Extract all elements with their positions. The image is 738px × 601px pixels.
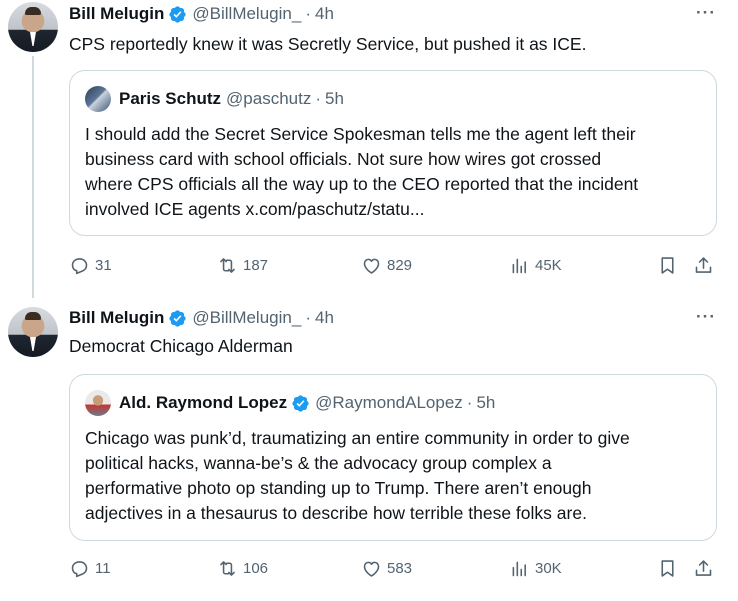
quote-timestamp: 5h	[476, 393, 496, 412]
quote-header: Ald. Raymond Lopez @RaymondALopez · 5h	[119, 391, 495, 415]
action-bar: 11 106 583 30K	[69, 553, 717, 583]
quote-text-line: business card with school officials. Not…	[85, 149, 602, 169]
quote-avatar	[85, 390, 111, 416]
quote-text-line: I should add the Secret Service Spokesma…	[85, 124, 636, 144]
bookmark-button[interactable]	[657, 250, 678, 280]
retweet-count: 187	[243, 256, 269, 274]
views-icon	[512, 258, 526, 273]
author-handle[interactable]: @BillMelugin_	[192, 4, 301, 24]
views-button[interactable]: 30K	[509, 553, 562, 583]
share-button[interactable]	[693, 553, 714, 583]
timestamp[interactable]: 4h	[315, 4, 334, 24]
share-icon	[695, 256, 712, 273]
reply-icon	[71, 257, 88, 274]
quote-author-name: Paris Schutz	[119, 89, 222, 108]
quote-text-line: adjectives in a thesaurus to describe ho…	[85, 503, 587, 523]
quote-text: I should add the Secret Service Spokesma…	[85, 122, 638, 222]
views-count: 45K	[535, 256, 562, 274]
retweet-icon	[220, 560, 235, 576]
avatar[interactable]	[8, 2, 58, 52]
retweet-count: 106	[243, 559, 269, 577]
reply-button[interactable]: 31	[69, 250, 112, 280]
author-handle[interactable]: @BillMelugin_	[192, 308, 301, 328]
quote-text: Chicago was punk’d, traumatizing an enti…	[85, 426, 630, 526]
retweet-button[interactable]: 106	[217, 553, 268, 583]
like-button[interactable]: 583	[361, 553, 412, 583]
quote-author-handle: @RaymondALopez	[315, 393, 463, 412]
reply-button[interactable]: 11	[69, 553, 111, 583]
bookmark-icon	[661, 559, 674, 577]
views-button[interactable]: 45K	[509, 250, 562, 280]
more-icon[interactable]: ···	[696, 3, 716, 23]
separator-dot: ·	[305, 4, 311, 23]
verified-badge-icon	[169, 309, 187, 327]
like-button[interactable]: 829	[361, 250, 412, 280]
avatar[interactable]	[8, 307, 58, 357]
quote-text-line: political hacks, wanna-be’s & the advoca…	[85, 453, 552, 473]
views-count: 30K	[535, 559, 562, 577]
views-icon	[512, 561, 526, 576]
bookmark-button[interactable]	[657, 553, 678, 583]
more-icon[interactable]: ···	[696, 307, 716, 327]
quote-header: Paris Schutz @paschutz · 5h	[119, 87, 344, 111]
quote-author-handle: @paschutz	[226, 89, 312, 108]
quote-text-line: performative photo op standing up to Tru…	[85, 478, 592, 498]
separator-dot: ·	[466, 393, 473, 412]
quote-text-line: Chicago was punk’d, traumatizing an enti…	[85, 428, 630, 448]
quote-avatar	[85, 86, 111, 112]
quote-text-line: involved ICE agents x.com/paschutz/statu…	[85, 199, 425, 219]
separator-dot: ·	[315, 89, 322, 108]
thread-line	[32, 56, 34, 298]
verified-badge-icon	[169, 5, 187, 23]
quote-text-line: where CPS officials all the way up to th…	[85, 174, 639, 194]
tweet-text: Democrat Chicago Alderman	[69, 336, 293, 356]
quote-author-name: Ald. Raymond Lopez	[119, 393, 288, 412]
tweet-text: CPS reportedly knew it was Secretly Serv…	[69, 34, 587, 54]
quoted-tweet[interactable]: Ald. Raymond Lopez @RaymondALopez · 5h C…	[69, 374, 717, 541]
author-name[interactable]: Bill Melugin	[69, 4, 164, 24]
like-count: 829	[387, 256, 413, 274]
reply-icon	[71, 560, 88, 577]
author-name[interactable]: Bill Melugin	[69, 308, 164, 328]
action-bar: 31 187 829 45K	[69, 250, 717, 280]
quote-timestamp: 5h	[325, 89, 344, 108]
like-icon	[363, 561, 380, 577]
quoted-tweet[interactable]: Paris Schutz @paschutz · 5h I should add…	[69, 70, 717, 236]
tweet-header: Bill Melugin @BillMelugin_ · 4h	[69, 3, 334, 25]
like-count: 583	[387, 559, 413, 577]
reply-count: 31	[95, 256, 112, 274]
retweet-icon	[220, 257, 235, 273]
separator-dot: ·	[305, 308, 311, 327]
share-icon	[695, 559, 712, 576]
share-button[interactable]	[693, 250, 714, 280]
verified-badge-icon	[292, 394, 309, 412]
retweet-button[interactable]: 187	[217, 250, 268, 280]
tweet-header: Bill Melugin @BillMelugin_ · 4h	[69, 307, 334, 329]
like-icon	[363, 258, 380, 274]
tweet[interactable]: Bill Melugin @BillMelugin_ · 4h ··· Demo…	[0, 296, 738, 601]
reply-count: 11	[95, 559, 111, 577]
bookmark-icon	[661, 256, 674, 274]
timestamp[interactable]: 4h	[315, 308, 334, 328]
tweet[interactable]: Bill Melugin @BillMelugin_ · 4h ··· CPS …	[0, 0, 738, 298]
